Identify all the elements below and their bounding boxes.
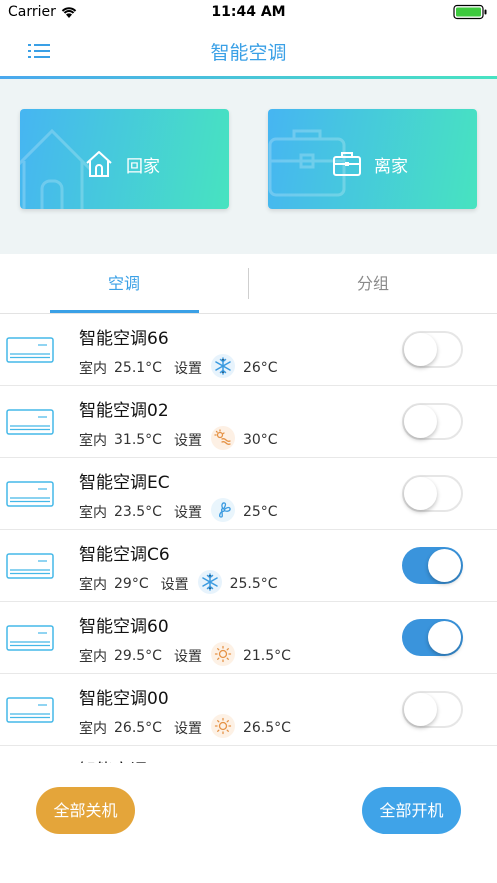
ac-meta: 室内 26.5°C 设置 26.5°C (79, 714, 291, 738)
ac-unit-icon (6, 337, 54, 367)
ac-meta: 室内 29°C 设置 25.5°C (79, 570, 278, 594)
ac-name: 智能空调02 (79, 401, 169, 421)
indoor-label: 室内 (79, 361, 107, 377)
scene-home-label: 回家 (126, 157, 160, 177)
ac-unit-icon (6, 697, 54, 727)
set-temp: 21.5°C (242, 648, 291, 664)
ac-list-item[interactable]: 智能空调C6 室内 29°C 设置 25.5°C (0, 530, 497, 602)
ac-list-item[interactable]: 智能空调02 室内 31.5°C 设置 30°C (0, 386, 497, 458)
status-time: 11:44 AM (211, 4, 286, 20)
tab-active-indicator (50, 310, 199, 313)
ac-unit-icon (6, 409, 54, 439)
ac-meta: 室内 29.5°C 设置 21.5°C (79, 642, 291, 666)
snowflake-icon (197, 570, 222, 594)
indoor-label: 室内 (79, 649, 107, 665)
status-bar: Carrier 11:44 AM (0, 0, 497, 26)
scene-away-button[interactable]: 离家 (268, 109, 477, 209)
all-on-button[interactable]: 全部开机 (362, 787, 461, 834)
heat-icon (210, 426, 235, 450)
tab-ac[interactable]: 空调 (0, 254, 248, 314)
ac-list-item[interactable]: 智能空调00 室内 26.5°C 设置 26.5°C (0, 674, 497, 746)
indoor-label: 室内 (79, 721, 107, 737)
set-temp: 25.5°C (229, 576, 278, 592)
indoor-label: 室内 (79, 505, 107, 521)
ac-list-item[interactable]: 智能空调EC 室内 23.5°C 设置 25°C (0, 458, 497, 530)
ac-meta: 室内 23.5°C 设置 25°C (79, 498, 278, 522)
battery-icon (453, 4, 489, 24)
ac-name: 智能空调60 (79, 617, 169, 637)
ac-name: 智能空调EC (79, 473, 170, 493)
indoor-temp: 31.5°C (114, 432, 162, 448)
ac-meta: 室内 31.5°C 设置 30°C (79, 426, 278, 450)
set-label: 设置 (173, 505, 202, 521)
set-label: 设置 (173, 649, 202, 665)
scene-home-button[interactable]: 回家 (20, 109, 229, 209)
indoor-temp: 29.5°C (114, 648, 162, 664)
sun-icon (210, 714, 235, 738)
scene-away-label: 离家 (374, 157, 408, 177)
bottom-action-bar: 全部关机 全部开机 (0, 763, 497, 883)
power-toggle[interactable] (402, 475, 463, 512)
set-label: 设置 (160, 577, 189, 593)
power-toggle[interactable] (402, 547, 463, 584)
tab-bar: 空调 分组 (0, 254, 497, 314)
set-temp: 26.5°C (242, 720, 291, 736)
toggle-knob (404, 693, 437, 726)
nav-bar: 智能空调 (0, 26, 497, 78)
all-off-button[interactable]: 全部关机 (36, 787, 135, 834)
ac-list[interactable]: 智能空调66 室内 25.1°C 设置 26°C 智能空调02 室内 31.5°C 设置 30°C… (0, 314, 497, 763)
ac-unit-icon (6, 481, 54, 511)
ac-name: 智能空调1A (79, 756, 169, 763)
power-toggle[interactable] (402, 331, 463, 368)
power-toggle[interactable] (402, 619, 463, 656)
house-watermark-icon (20, 128, 92, 209)
toggle-knob (404, 405, 437, 438)
briefcase-icon (332, 149, 362, 183)
ac-name: 智能空调00 (79, 689, 169, 709)
set-label: 设置 (173, 721, 202, 737)
set-temp: 30°C (242, 432, 278, 448)
ac-meta: 室内 25.1°C 设置 26°C (79, 354, 278, 378)
indoor-label: 室内 (79, 577, 107, 593)
sun-icon (210, 642, 235, 666)
ac-unit-icon (6, 625, 54, 655)
ac-list-item[interactable]: 智能空调60 室内 29.5°C 设置 21.5°C (0, 602, 497, 674)
house-icon (84, 149, 114, 183)
indoor-label: 室内 (79, 433, 107, 449)
toggle-knob (404, 477, 437, 510)
power-toggle[interactable] (402, 691, 463, 728)
toggle-knob (428, 549, 461, 582)
ac-list-item[interactable]: 智能空调1A室内设置 (0, 746, 497, 763)
tab-group[interactable]: 分组 (249, 254, 497, 314)
ac-list-item[interactable]: 智能空调66 室内 25.1°C 设置 26°C (0, 314, 497, 386)
power-toggle[interactable] (402, 403, 463, 440)
ac-name: 智能空调C6 (79, 545, 170, 565)
snowflake-icon (210, 354, 235, 378)
indoor-temp: 26.5°C (114, 720, 162, 736)
indoor-temp: 23.5°C (114, 504, 162, 520)
indoor-temp: 25.1°C (114, 360, 162, 376)
set-temp: 25°C (242, 504, 278, 520)
fan-icon (210, 498, 235, 522)
ac-name: 智能空调66 (79, 329, 169, 349)
indoor-temp: 29°C (114, 576, 149, 592)
toggle-knob (404, 333, 437, 366)
toggle-knob (428, 621, 461, 654)
briefcase-watermark-icon (268, 129, 346, 197)
page-title: 智能空调 (210, 42, 287, 64)
set-label: 设置 (173, 433, 202, 449)
scene-area: 回家 离家 (0, 79, 497, 254)
set-label: 设置 (173, 361, 202, 377)
set-temp: 26°C (242, 360, 278, 376)
ac-unit-icon (6, 553, 54, 583)
